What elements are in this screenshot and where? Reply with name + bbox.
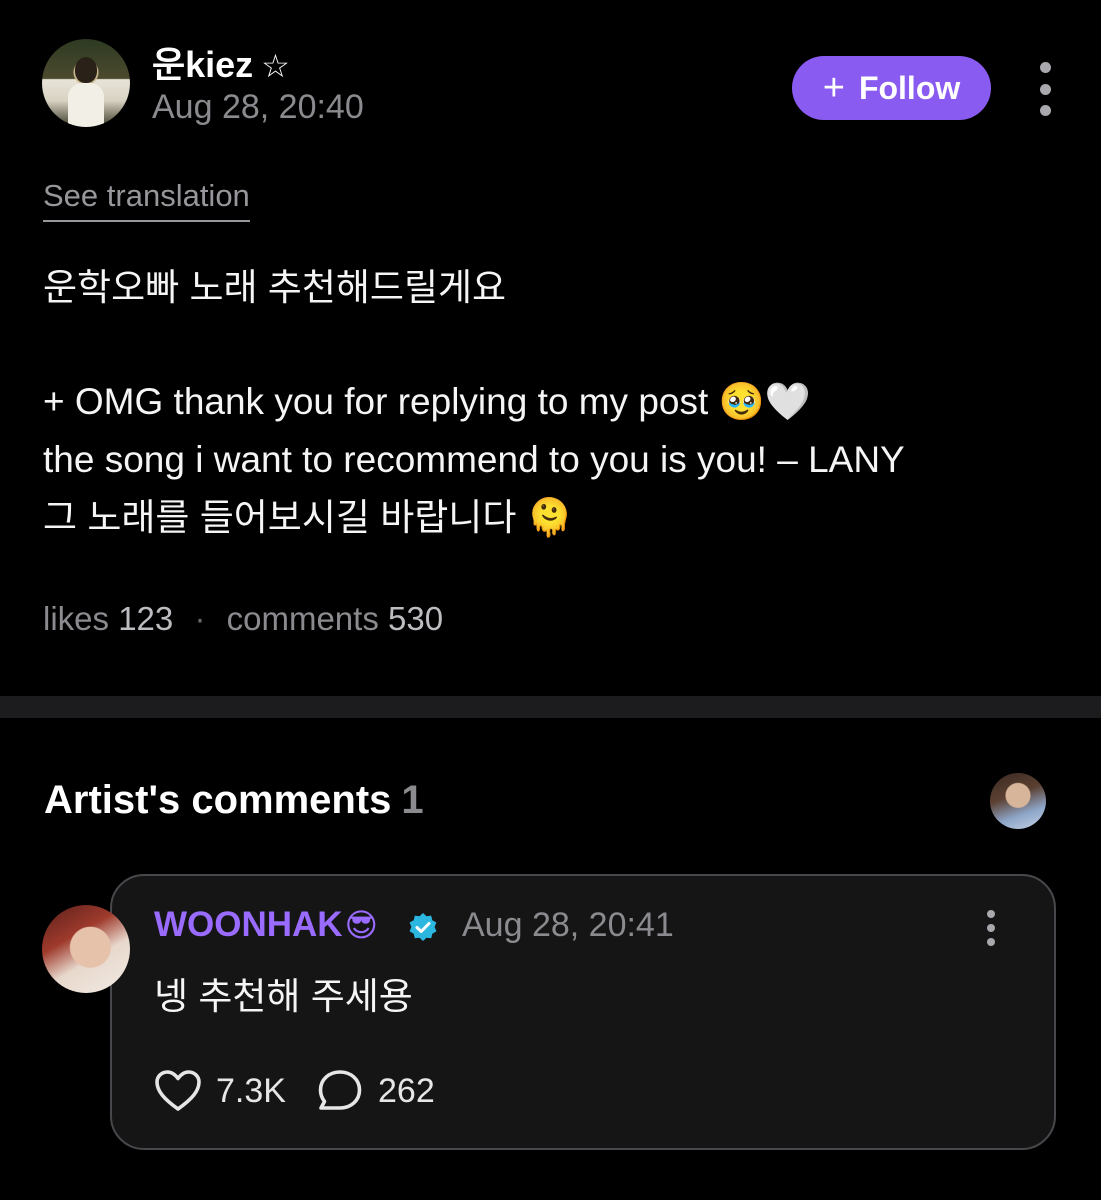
verified-badge-icon [409, 913, 437, 941]
comment-reply-button[interactable]: 262 [316, 1066, 435, 1116]
author-avatar[interactable] [42, 39, 130, 127]
author-name[interactable]: 운kiez ☆ [152, 36, 290, 88]
comment-more-options-icon[interactable] [983, 910, 999, 946]
comments-label[interactable]: comments [227, 600, 379, 637]
likes-count[interactable]: 123 [118, 600, 173, 637]
post-date: Aug 28, 20:40 [152, 88, 364, 126]
speech-bubble-icon [318, 1070, 362, 1110]
star-outline-icon: ☆ [261, 48, 290, 84]
avatar-coat-shape [68, 83, 104, 127]
comment-like-button[interactable]: 7.3K [154, 1066, 286, 1116]
artist-comments-title-text: Artist's comments [44, 778, 392, 822]
comment-author-text: WOONHAK [154, 905, 343, 944]
artist-comments-title: Artist's comments 1 [44, 778, 424, 823]
comment-date: Aug 28, 20:41 [462, 906, 674, 944]
author-name-text: 운kiez [152, 44, 254, 85]
likes-label[interactable]: likes [43, 600, 109, 637]
comment-like-count: 7.3K [216, 1071, 286, 1110]
comment-author-name[interactable]: WOONHAK😎 [154, 905, 378, 945]
follow-label: Follow [858, 69, 961, 106]
plus-icon: + [822, 67, 845, 109]
post-header: 운kiez ☆ Aug 28, 20:40 + Follow [0, 0, 1101, 160]
post-detail-screen: 운kiez ☆ Aug 28, 20:40 + Follow See transl… [0, 0, 1101, 1200]
see-translation-link[interactable]: See translation [43, 178, 250, 222]
stats-separator: · [194, 600, 206, 637]
post-stats: likes 123 · comments 530 [43, 600, 443, 638]
comment-text: 넹 추천해 주세용 [154, 976, 413, 1017]
post-text-line: 그 노래를 들어보시길 바랍니다 🫠 [43, 497, 573, 538]
avatar-head-shape [75, 57, 97, 83]
post-text-line: the song i want to recommend to you is y… [43, 439, 905, 480]
post-text-line: + OMG thank you for replying to my post … [43, 381, 811, 422]
section-divider [0, 696, 1101, 718]
heart-outline-icon [155, 1070, 201, 1111]
follow-button[interactable]: + Follow [792, 56, 991, 120]
post-text-line: 운학오빠 노래 추천해드릴게요 [43, 267, 507, 308]
comments-count[interactable]: 530 [388, 600, 443, 637]
sunglasses-emoji-icon: 😎 [344, 907, 378, 943]
comment-reply-count: 262 [378, 1071, 435, 1110]
artist-avatar-small[interactable] [990, 773, 1046, 829]
more-options-icon[interactable] [1030, 62, 1060, 116]
comment-author-avatar[interactable] [42, 905, 130, 993]
artist-comments-count: 1 [401, 778, 424, 822]
